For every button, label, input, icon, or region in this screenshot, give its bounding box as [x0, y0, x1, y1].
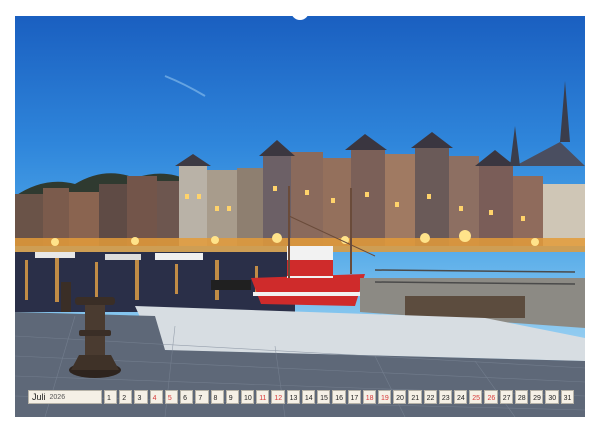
- calendar-day: 7: [195, 390, 209, 404]
- year-label: 2026: [49, 393, 66, 401]
- calendar-day: 15: [317, 390, 331, 404]
- calendar-day: 12: [271, 390, 285, 404]
- month-label: Juli: [32, 392, 46, 402]
- calendar-day: 30: [545, 390, 559, 404]
- calendar-day: 10: [240, 390, 255, 404]
- calendar-day: 9: [225, 390, 239, 404]
- calendar-photo: [15, 16, 585, 417]
- calendar-day: 3: [134, 390, 148, 404]
- calendar-day: 5: [164, 390, 179, 404]
- calendar-day: 21: [408, 390, 422, 404]
- calendar-day: 11: [256, 390, 270, 404]
- calendar-day: 28: [514, 390, 529, 404]
- calendar-day: 29: [530, 390, 544, 404]
- calendar-day: 18: [362, 390, 376, 404]
- calendar-day: 23: [438, 390, 453, 404]
- calendar-day: 1: [104, 390, 118, 404]
- cloud-streak: [164, 75, 206, 97]
- calendar-day: 19: [377, 390, 392, 404]
- calendar-day: 31: [560, 390, 574, 404]
- calendar-day: 2: [119, 390, 133, 404]
- calendar-day: 16: [332, 390, 346, 404]
- calendar-day: 27: [499, 390, 513, 404]
- calendar-day: 8: [210, 390, 224, 404]
- calendar-day: 24: [454, 390, 468, 404]
- calendar-day: 6: [180, 390, 194, 404]
- small-post: [61, 282, 71, 312]
- calendar-day: 4: [149, 390, 163, 404]
- calendar-day: 22: [423, 390, 437, 404]
- calendar-day: 25: [469, 390, 483, 404]
- calendar-strip: Juli 2026 1 2 3 4 5 6 7 8 9 10 11 12 13 14 15 16 17 18 19 2…: [28, 390, 574, 404]
- month-label-box: Juli 2026: [28, 390, 102, 404]
- calendar-day: 26: [484, 390, 498, 404]
- calendar-day: 14: [301, 390, 316, 404]
- calendar-day: 17: [347, 390, 361, 404]
- calendar-day: 13: [286, 390, 300, 404]
- harbor-scene: [15, 75, 585, 417]
- calendar-day: 20: [393, 390, 407, 404]
